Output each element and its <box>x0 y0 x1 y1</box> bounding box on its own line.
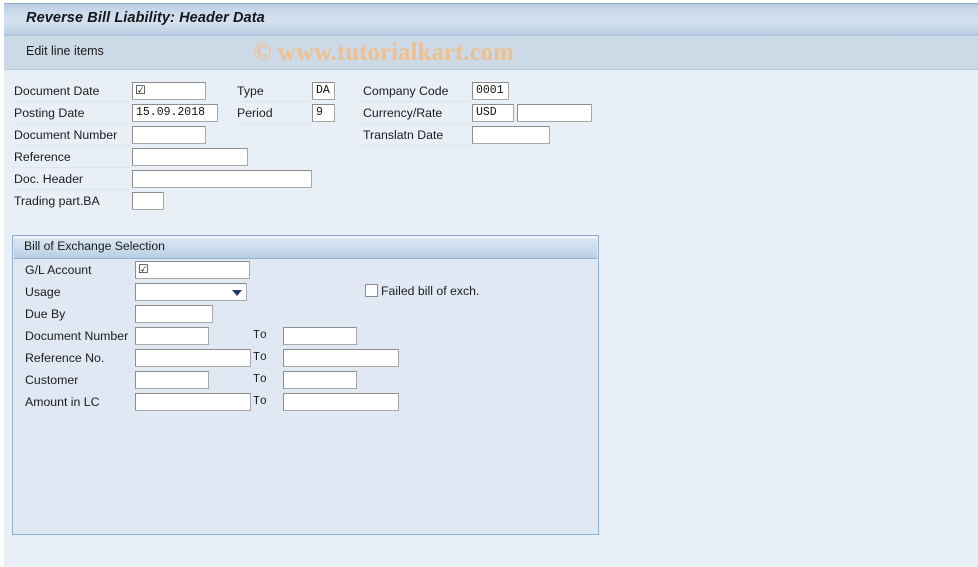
label-reference: Reference <box>12 147 131 168</box>
input-doc-header[interactable] <box>132 170 312 188</box>
input-sel-document-number-to[interactable] <box>283 327 357 345</box>
label-sel-customer: Customer <box>23 370 133 391</box>
label-doc-header: Doc. Header <box>12 169 131 190</box>
label-period: Period <box>235 103 311 124</box>
input-period[interactable]: 9 <box>312 104 335 122</box>
input-document-number[interactable] <box>132 126 206 144</box>
input-document-date[interactable]: ☑ <box>132 82 206 100</box>
label-type: Type <box>235 81 311 102</box>
input-due-by[interactable] <box>135 305 213 323</box>
input-sel-customer-to[interactable] <box>283 371 357 389</box>
label-usage: Usage <box>23 282 133 303</box>
input-translatn-date[interactable] <box>472 126 550 144</box>
input-type[interactable]: DA <box>312 82 335 100</box>
label-to-customer: To <box>251 370 281 391</box>
bill-of-exchange-selection-panel: Bill of Exchange Selection G/L Account ☑… <box>12 235 599 535</box>
dropdown-usage[interactable] <box>135 283 247 301</box>
label-currency-rate: Currency/Rate <box>361 103 471 124</box>
label-sel-amount-in-lc: Amount in LC <box>25 395 100 409</box>
label-due-by: Due By <box>23 304 133 325</box>
label-translatn-date: Translatn Date <box>361 125 471 146</box>
label-failed-bill-of-exch: Failed bill of exch. <box>381 284 480 298</box>
label-to-document-number: To <box>251 326 281 347</box>
edit-line-items-button[interactable]: Edit line items <box>26 44 104 58</box>
checkbox-failed-bill-of-exch[interactable] <box>365 284 378 297</box>
window-title-bar: Reverse Bill Liability: Header Data <box>4 3 978 37</box>
panel-title: Bill of Exchange Selection <box>24 239 165 253</box>
label-document-number: Document Number <box>12 125 131 146</box>
page-title: Reverse Bill Liability: Header Data <box>26 10 265 26</box>
application-toolbar: Edit line items <box>4 36 978 70</box>
label-to-reference-no: To <box>251 348 281 369</box>
input-currency[interactable]: USD <box>472 104 514 122</box>
input-rate[interactable] <box>517 104 592 122</box>
input-trading-part-ba[interactable] <box>132 192 164 210</box>
label-sel-reference-no: Reference No. <box>23 348 133 369</box>
input-reference[interactable] <box>132 148 248 166</box>
label-to-amount-in-lc: To <box>253 395 267 408</box>
input-posting-date[interactable]: 15.09.2018 <box>132 104 218 122</box>
input-sel-customer-from[interactable] <box>135 371 209 389</box>
chevron-down-icon <box>232 290 242 296</box>
input-sel-amount-in-lc-from[interactable] <box>135 393 251 411</box>
input-sel-amount-in-lc-to[interactable] <box>283 393 399 411</box>
input-sel-reference-no-from[interactable] <box>135 349 251 367</box>
label-trading-part-ba: Trading part.BA <box>14 194 100 208</box>
input-company-code[interactable]: 0001 <box>472 82 509 100</box>
label-company-code: Company Code <box>361 81 471 102</box>
input-gl-account[interactable]: ☑ <box>135 261 250 279</box>
label-gl-account: G/L Account <box>23 260 133 281</box>
label-sel-document-number: Document Number <box>23 326 133 347</box>
label-posting-date: Posting Date <box>12 103 131 124</box>
screen-canvas: Document Date ☑ Type DA Company Code 000… <box>4 70 978 567</box>
sap-transaction-window: Reverse Bill Liability: Header Data Edit… <box>0 0 978 567</box>
input-sel-document-number-from[interactable] <box>135 327 209 345</box>
label-document-date: Document Date <box>12 81 131 102</box>
input-sel-reference-no-to[interactable] <box>283 349 399 367</box>
